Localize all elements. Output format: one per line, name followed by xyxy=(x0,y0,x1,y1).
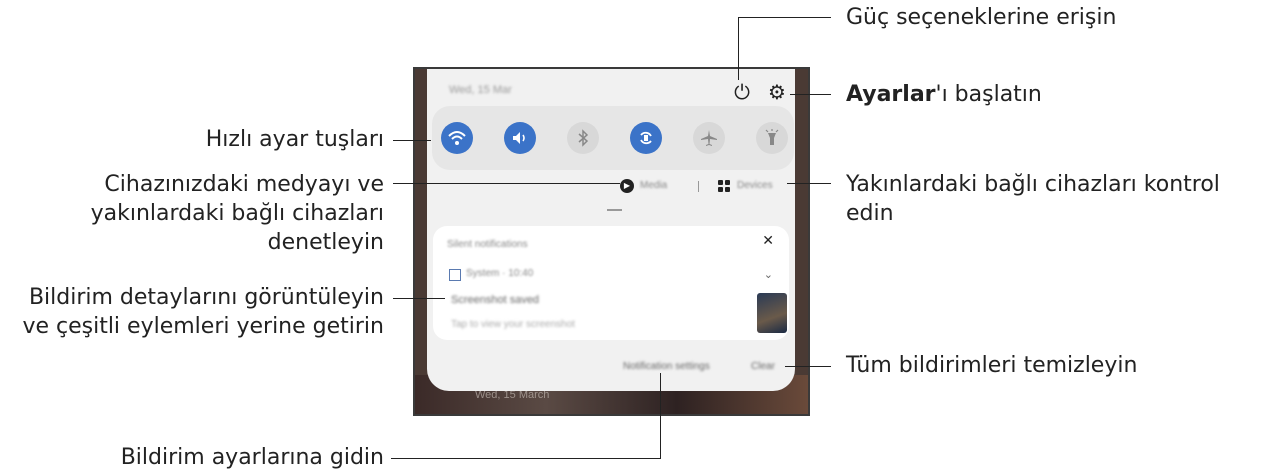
notification-title: Screenshot saved xyxy=(451,294,540,306)
gear-icon[interactable]: ⚙ xyxy=(766,81,788,103)
divider xyxy=(698,181,699,192)
notification-card[interactable]: Silent notifications ✕ System · 10:40 ⌄ … xyxy=(433,226,789,340)
callout-quick: Hızlı ayar tuşları xyxy=(205,127,384,152)
notification-text: Tap to view your screenshot xyxy=(451,319,575,330)
leader-line-power-h xyxy=(738,17,831,18)
callout-power: Güç seçeneklerine erişin xyxy=(846,5,1117,30)
devices-button[interactable]: Devices xyxy=(737,180,773,191)
leader-line-details xyxy=(393,298,445,299)
airplane-icon[interactable] xyxy=(693,122,725,154)
power-icon[interactable]: ⏻ xyxy=(731,81,753,103)
media-button[interactable]: Media xyxy=(640,180,667,191)
quick-settings-panel xyxy=(432,106,794,170)
callout-settings: Ayarlar'ı başlatın xyxy=(846,80,1042,109)
callout-settings-bold: Ayarlar xyxy=(846,82,936,107)
callout-nsettings: Bildirim ayarlarına gidin xyxy=(120,445,384,470)
status-date: Wed, 15 Mar xyxy=(449,84,512,96)
clear-button[interactable]: Clear xyxy=(751,361,775,372)
callout-clear: Tüm bildirimleri temizleyin xyxy=(846,353,1138,378)
close-icon[interactable]: ✕ xyxy=(762,233,774,249)
callout-media-line2: yakınlardaki bağlı cihazları xyxy=(90,201,384,226)
callout-media-line1: Cihazınızdaki medyayı ve xyxy=(104,172,384,197)
card-title: Silent notifications xyxy=(447,239,528,250)
image-icon xyxy=(449,269,461,281)
callout-media: Cihazınızdaki medyayı ve yakınlardaki ba… xyxy=(91,170,384,257)
notification-panel: Wed, 15 Mar ⏻ ⚙ ▶ Media Devices Silent n… xyxy=(427,69,795,391)
wifi-icon[interactable] xyxy=(441,122,473,154)
bluetooth-icon[interactable] xyxy=(567,122,599,154)
app-name: System · 10:40 xyxy=(466,268,534,279)
phone-screen: Wed, 15 March Wed, 15 Mar ⏻ ⚙ ▶ Media De… xyxy=(413,67,810,416)
flashlight-icon[interactable] xyxy=(756,122,788,154)
leader-line-clear xyxy=(785,366,831,367)
sound-icon[interactable] xyxy=(504,122,536,154)
leader-line-media xyxy=(393,183,620,184)
leader-line-quick xyxy=(393,140,431,141)
callout-details-line1: Bildirim detaylarını görüntüleyin xyxy=(28,285,384,310)
callout-devices-line1: Yakınlardaki bağlı cihazları kontrol xyxy=(846,172,1220,197)
callout-devices: Yakınlardaki bağlı cihazları kontrol edi… xyxy=(846,170,1220,228)
play-icon[interactable]: ▶ xyxy=(620,179,634,193)
notification-settings-button[interactable]: Notification settings xyxy=(623,361,710,372)
auto-rotate-icon[interactable] xyxy=(630,122,662,154)
media-devices-row: ▶ Media Devices xyxy=(427,179,795,195)
leader-line-nsettings xyxy=(660,373,661,459)
leader-line-settings xyxy=(790,94,831,95)
drag-handle[interactable] xyxy=(607,209,622,211)
callout-details: Bildirim detaylarını görüntüleyin ve çeş… xyxy=(22,283,384,341)
callout-devices-line2: edin xyxy=(846,201,894,226)
callout-settings-rest: 'ı başlatın xyxy=(935,82,1042,107)
leader-line-devices xyxy=(787,183,831,184)
chevron-down-icon[interactable]: ⌄ xyxy=(764,268,773,281)
leader-line-nsettings-h xyxy=(391,458,661,459)
screenshot-thumbnail[interactable] xyxy=(757,293,787,333)
callout-media-line3: denetleyin xyxy=(267,230,384,255)
leader-line-power xyxy=(738,17,739,80)
callout-details-line2: ve çeşitli eylemleri yerine getirin xyxy=(22,314,384,339)
devices-icon[interactable] xyxy=(718,180,730,192)
